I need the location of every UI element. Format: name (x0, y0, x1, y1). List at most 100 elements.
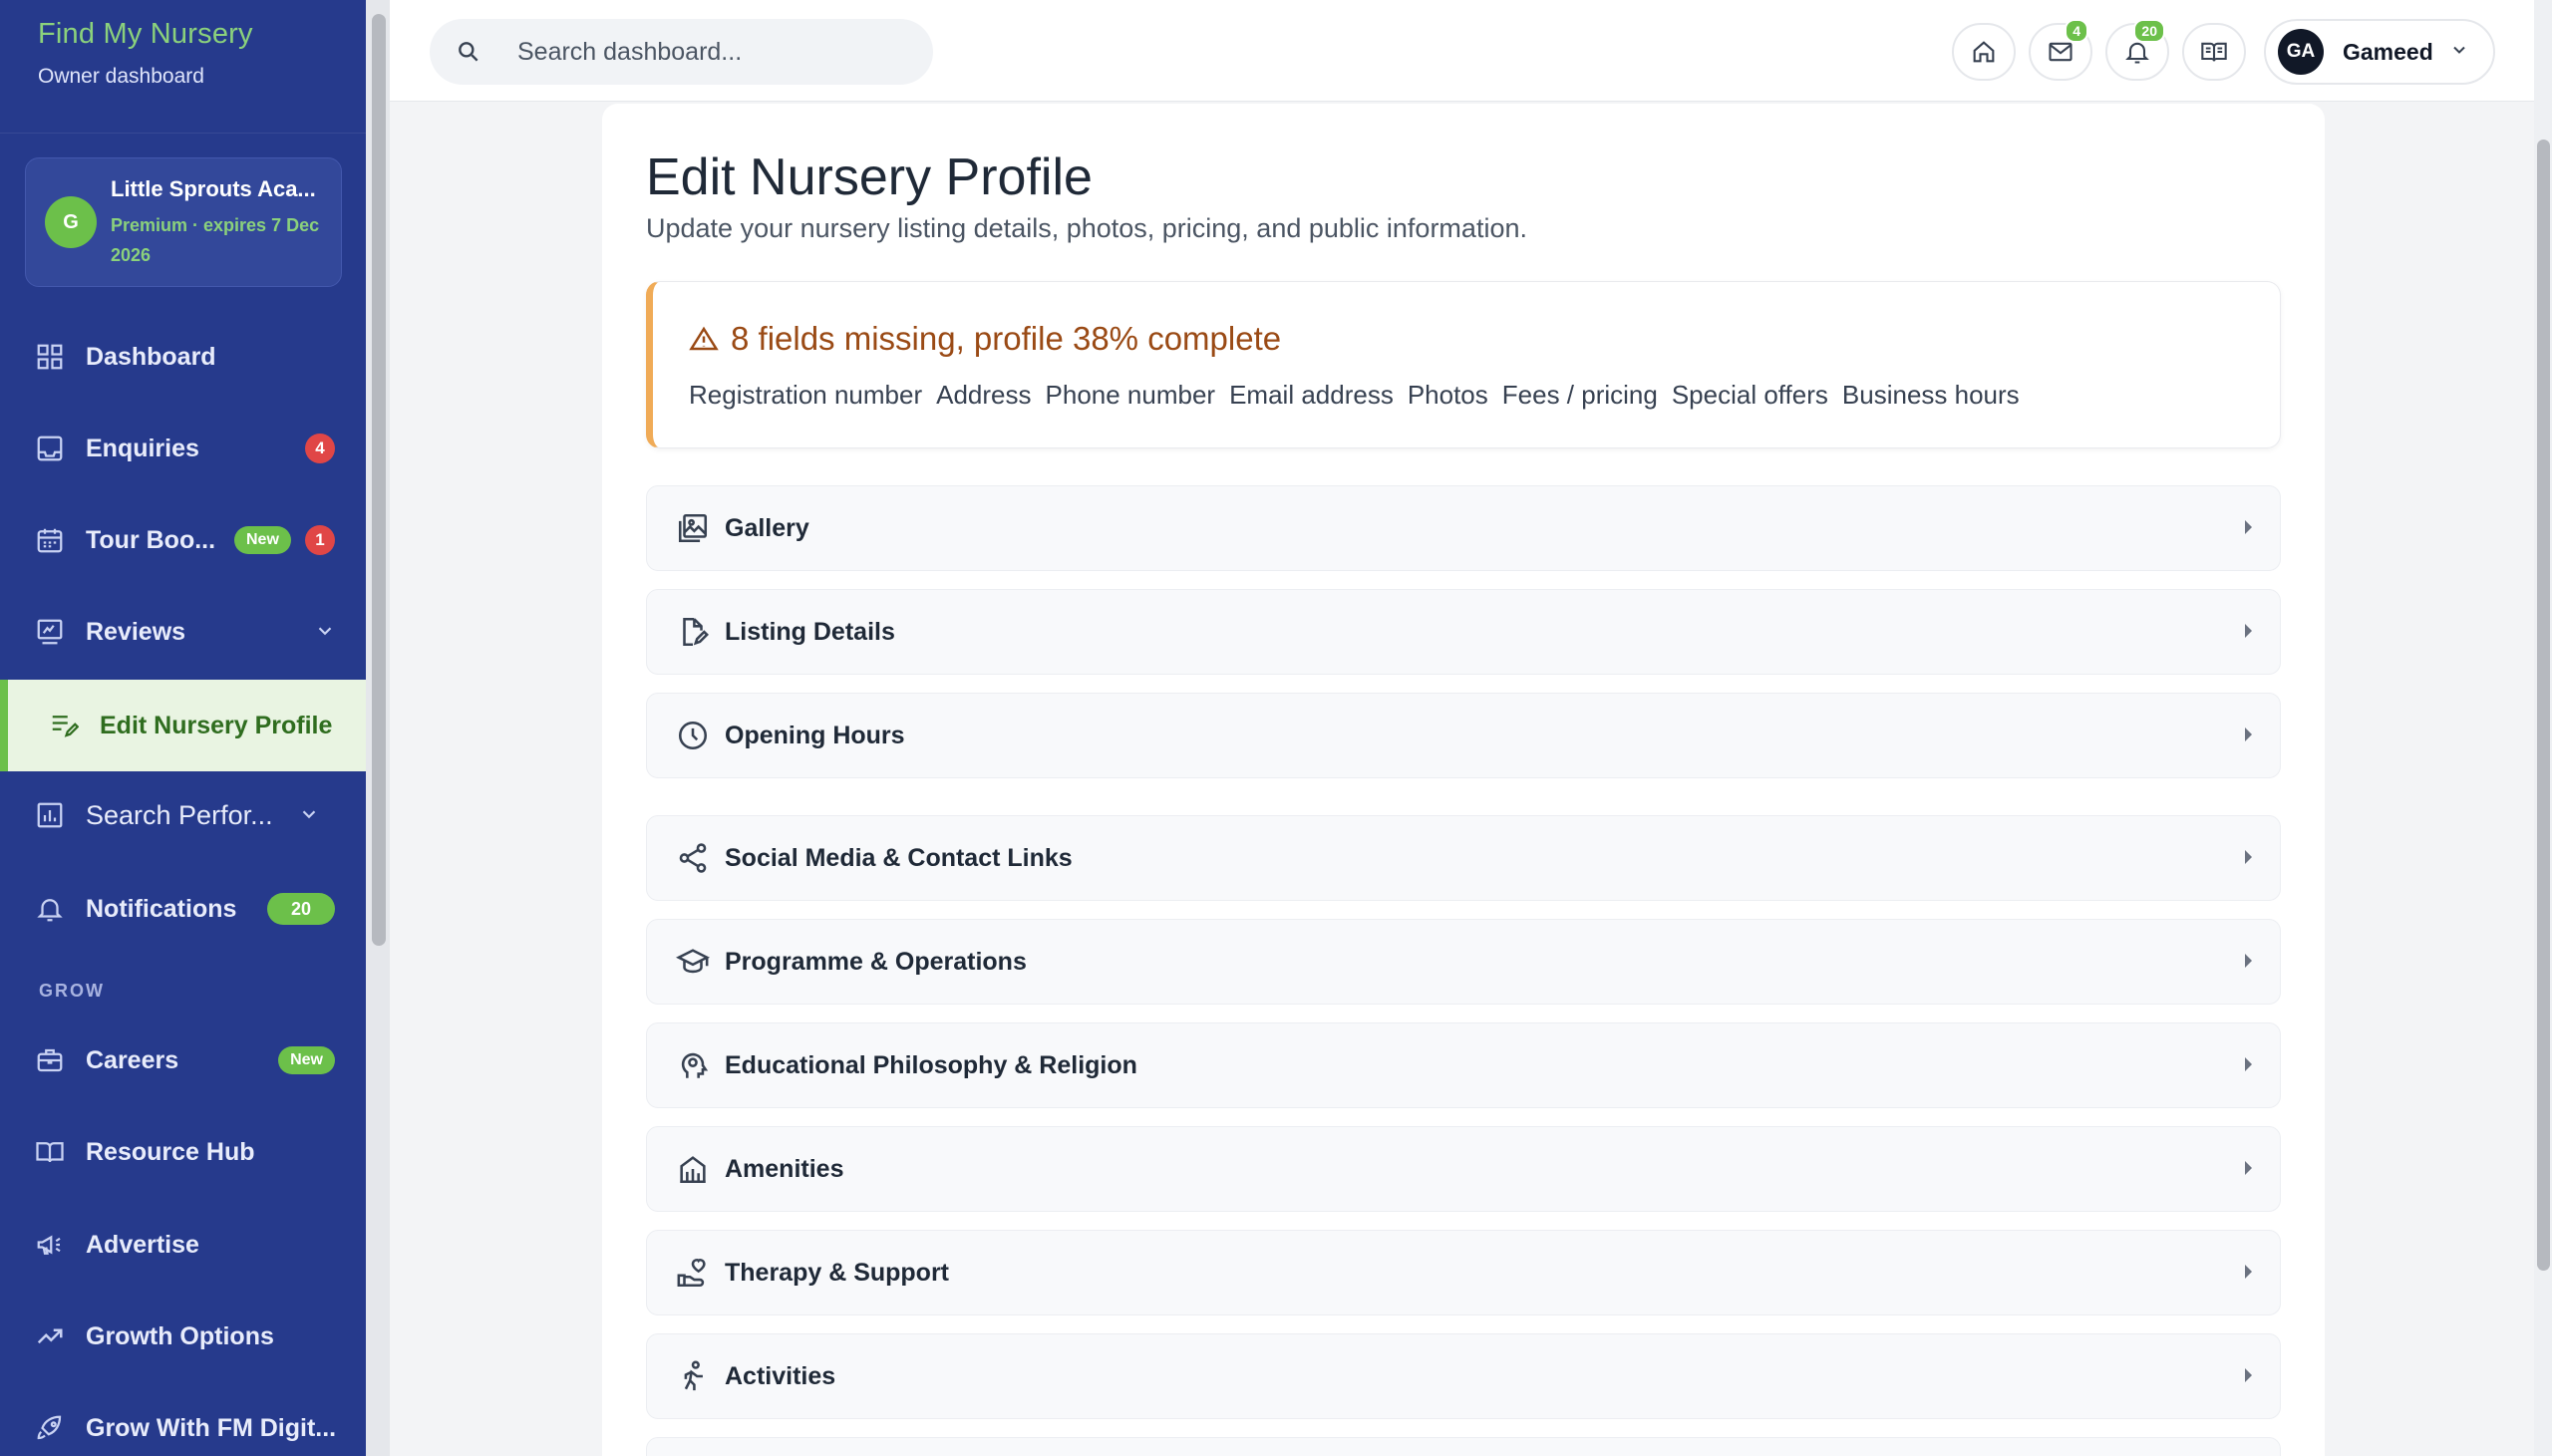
inbox-icon (34, 433, 66, 464)
section-gallery[interactable]: Gallery (646, 485, 2281, 571)
hand-heart-icon (675, 1255, 711, 1291)
page-scrollbar-thumb[interactable] (2537, 140, 2550, 1271)
missing-field[interactable]: Address (936, 380, 1031, 411)
sidebar-item-tour-bookings[interactable]: Tour Boo... New 1 (0, 494, 366, 586)
book-icon (34, 1136, 66, 1168)
search-box[interactable] (430, 19, 933, 85)
bell-count-badge: 20 (2133, 19, 2165, 43)
reviews-icon (34, 616, 66, 648)
brand-title[interactable]: Find My Nursery (38, 18, 366, 51)
sidebar-item-label: Dashboard (86, 342, 216, 371)
chevron-right-icon (2245, 954, 2252, 968)
graduation-cap-icon (675, 944, 711, 980)
alert-title-text: 8 fields missing, profile 38% complete (731, 320, 1282, 357)
section-amenities[interactable]: Amenities (646, 1126, 2281, 1212)
notifications-button[interactable]: 20 (2105, 19, 2169, 81)
document-edit-icon (675, 614, 711, 650)
chevron-right-icon (2245, 1368, 2252, 1382)
sidebar-item-advertise[interactable]: Advertise (0, 1199, 366, 1291)
enquiries-count-badge: 4 (305, 434, 335, 463)
search-icon (459, 42, 478, 62)
chevron-right-icon (2245, 1057, 2252, 1071)
sidebar-item-label: Careers (86, 1045, 179, 1074)
dashboard-icon (34, 341, 66, 373)
account-avatar: G (45, 196, 97, 248)
new-tag-badge: New (278, 1046, 335, 1074)
brand-subtitle: Owner dashboard (38, 65, 204, 88)
chevron-down-icon (298, 803, 320, 830)
tour-count-badge: 1 (305, 525, 335, 555)
missing-field[interactable]: Special offers (1672, 380, 1828, 411)
sidebar-item-resource-hub[interactable]: Resource Hub (0, 1106, 366, 1198)
missing-field[interactable]: Photos (1408, 380, 1488, 411)
section-programme-operations[interactable]: Programme & Operations (646, 919, 2281, 1005)
brand: Find My Nursery Owner dashboard (0, 0, 366, 134)
search-input[interactable] (517, 37, 896, 67)
section-next-partial[interactable] (646, 1437, 2281, 1456)
section-opening-hours[interactable]: Opening Hours (646, 693, 2281, 778)
account-name: Little Sprouts Aca... (111, 176, 316, 201)
home-button[interactable] (1952, 23, 2016, 81)
topbar: 4 20 GA Gameed (390, 0, 2534, 102)
sidebar-item-edit-nursery-profile[interactable]: Edit Nursery Profile (0, 680, 366, 771)
sidebar-item-dashboard[interactable]: Dashboard (0, 311, 366, 403)
sidebar-item-label: Notifications (86, 894, 237, 923)
missing-field[interactable]: Email address (1229, 380, 1394, 411)
sidebar-item-notifications[interactable]: Notifications 20 (0, 863, 366, 955)
sidebar-item-enquiries[interactable]: Enquiries 4 (0, 403, 366, 494)
section-social-media[interactable]: Social Media & Contact Links (646, 815, 2281, 901)
guide-button[interactable] (2182, 23, 2246, 81)
sidebar-item-label: Edit Nursery Profile (100, 711, 333, 739)
calendar-icon (34, 524, 66, 556)
sidebar-item-reviews[interactable]: Reviews (0, 586, 366, 678)
briefcase-icon (34, 1044, 66, 1076)
main-content: Edit Nursery Profile Update your nursery… (602, 104, 2325, 1456)
chevron-right-icon (2245, 1265, 2252, 1279)
mail-count-badge: 4 (2065, 19, 2088, 43)
sidebar-scrollbar-thumb[interactable] (372, 14, 386, 946)
sidebar-item-label: Search Perfor... (86, 799, 273, 830)
missing-field[interactable]: Fees / pricing (1502, 380, 1658, 411)
sidebar-item-label: Enquiries (86, 434, 199, 462)
section-label: Opening Hours (725, 721, 905, 749)
page-subtitle: Update your nursery listing details, pho… (646, 213, 1527, 243)
warning-icon (689, 326, 719, 351)
missing-field[interactable]: Business hours (1842, 380, 2020, 411)
section-educational-philosophy[interactable]: Educational Philosophy & Religion (646, 1022, 2281, 1108)
sidebar-item-label: Reviews (86, 617, 186, 646)
chevron-right-icon (2245, 624, 2252, 638)
missing-field[interactable]: Registration number (689, 380, 922, 411)
sidebar-item-careers[interactable]: Careers New (0, 1015, 366, 1106)
page-title: Edit Nursery Profile (646, 148, 1093, 206)
missing-field[interactable]: Phone number (1046, 380, 1216, 411)
section-therapy-support[interactable]: Therapy & Support (646, 1230, 2281, 1315)
user-name: Gameed (2343, 38, 2433, 65)
section-label: Gallery (725, 513, 809, 542)
chevron-right-icon (2245, 850, 2252, 864)
chart-icon (34, 799, 66, 831)
sidebar-item-label: Advertise (86, 1230, 199, 1259)
section-activities[interactable]: Activities (646, 1333, 2281, 1419)
alert-title: 8 fields missing, profile 38% complete (689, 320, 1281, 358)
user-menu[interactable]: GA Gameed (2264, 19, 2495, 85)
section-label: Programme & Operations (725, 947, 1027, 976)
sidebar-item-search-performance[interactable]: Search Perfor... (0, 769, 366, 861)
account-card[interactable]: G Little Sprouts Aca... Premium · expire… (25, 157, 342, 287)
chevron-right-icon (2245, 1161, 2252, 1175)
megaphone-icon (34, 1229, 66, 1261)
notifications-count-badge: 20 (267, 893, 335, 925)
head-idea-icon (675, 1047, 711, 1083)
sidebar-item-grow-with-fm[interactable]: Grow With FM Digit... (0, 1382, 366, 1456)
chevron-right-icon (2245, 520, 2252, 534)
book-open-icon (2201, 42, 2227, 62)
missing-fields-list: Registration number Address Phone number… (689, 380, 2020, 411)
sidebar-item-growth-options[interactable]: Growth Options (0, 1291, 366, 1382)
profile-completion-alert: 8 fields missing, profile 38% complete R… (646, 281, 2281, 448)
section-label: Listing Details (725, 617, 895, 646)
share-icon (675, 840, 711, 876)
sidebar-item-label: Grow With FM Digit... (86, 1413, 337, 1442)
section-label: Amenities (725, 1154, 844, 1183)
section-listing-details[interactable]: Listing Details (646, 589, 2281, 675)
messages-button[interactable]: 4 (2029, 19, 2092, 81)
avatar: GA (2278, 29, 2324, 75)
